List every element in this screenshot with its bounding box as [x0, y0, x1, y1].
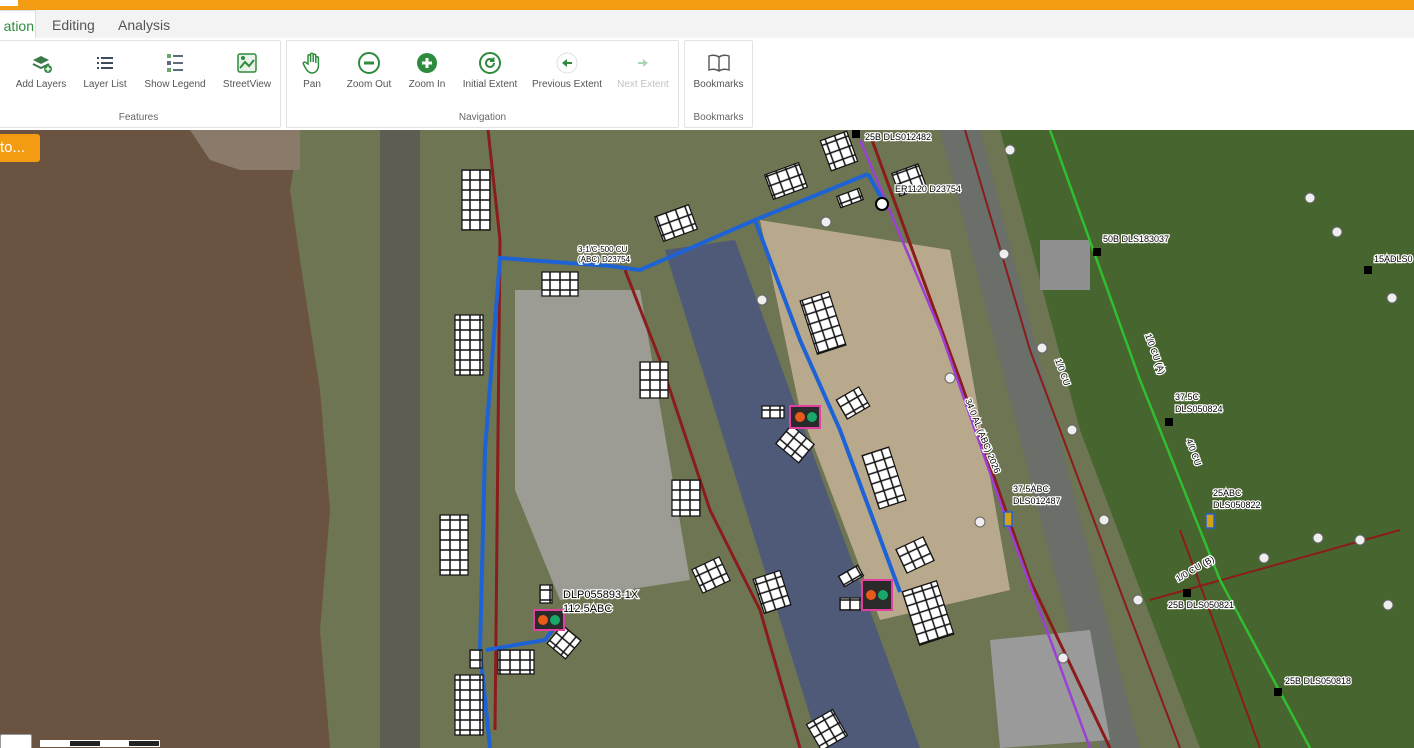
book-icon: [707, 54, 730, 72]
arrow-left-icon: [556, 52, 578, 74]
rail-corridor: [380, 130, 420, 748]
tab-analysis[interactable]: Analysis: [118, 10, 170, 38]
pan-label: Pan: [303, 79, 321, 90]
lot-south: [990, 630, 1110, 748]
zoom-in-button[interactable]: Zoom In: [405, 51, 449, 90]
ribbon: Add Layers Layer List Show Legend Street…: [0, 38, 1414, 131]
label-l10: DLS050822: [1213, 500, 1261, 510]
show-legend-label: Show Legend: [144, 79, 206, 90]
next-extent-label: Next Extent: [617, 79, 669, 90]
bookmarks-button[interactable]: Bookmarks: [691, 51, 746, 90]
next-extent-button[interactable]: Next Extent: [615, 51, 671, 90]
label-l1: 25B DLS012482: [865, 132, 931, 142]
label-l16: (ABC) D23754: [578, 255, 631, 264]
navigation-group-label: Navigation: [458, 112, 507, 123]
app-top-bar: [0, 0, 1414, 10]
hand-icon: [302, 52, 320, 74]
label-l15: 3-1/C-500 CU: [578, 245, 628, 254]
layer-list-icon: [97, 57, 113, 69]
show-legend-button[interactable]: Show Legend: [143, 51, 207, 90]
label-l13: DLP055893-1X: [563, 589, 639, 601]
add-layers-button[interactable]: Add Layers: [15, 51, 67, 90]
arrow-right-icon: [638, 59, 648, 67]
layer-list-button[interactable]: Layer List: [81, 51, 129, 90]
features-group: Add Layers Layer List Show Legend Street…: [0, 40, 281, 128]
label-l11: 25B DLS050821: [1168, 600, 1234, 610]
initial-extent-button[interactable]: Initial Extent: [459, 51, 521, 90]
refresh-icon: [479, 52, 501, 74]
label-l6: DLS050824: [1175, 404, 1223, 414]
map-view[interactable]: 25B DLS012482 ER1120 D23754 50B DLS18303…: [0, 130, 1414, 748]
tab-editing[interactable]: Editing: [52, 10, 95, 38]
label-l5: 37.5C: [1175, 392, 1200, 402]
bookmarks-label: Bookmarks: [693, 79, 744, 90]
legend-icon: [167, 54, 183, 72]
label-l12: 25B DLS050818: [1285, 676, 1351, 686]
navigation-group: Pan Zoom Out Zoom In Initial Extent Prev…: [286, 40, 679, 128]
streetview-button[interactable]: StreetView: [221, 51, 273, 90]
add-layers-label: Add Layers: [15, 79, 67, 90]
plus-circle-icon: [417, 53, 437, 73]
label-l9: 25ABC: [1213, 488, 1242, 498]
map-canvas[interactable]: 25B DLS012482 ER1120 D23754 50B DLS18303…: [0, 130, 1414, 748]
top-bar-stub: [0, 0, 18, 6]
features-group-label: Features: [118, 112, 159, 123]
layer-list-label: Layer List: [83, 79, 127, 90]
label-l14: 112.5ABC: [563, 603, 612, 615]
streetview-icon: [237, 53, 257, 73]
ribbon-tab-row: ation Editing Analysis: [0, 10, 1414, 39]
previous-extent-label: Previous Extent: [531, 79, 603, 90]
scale-bar: [40, 740, 160, 747]
minus-circle-icon: [358, 52, 380, 74]
building-parking: [1040, 240, 1090, 290]
zoom-in-label: Zoom In: [408, 79, 446, 90]
previous-extent-button[interactable]: Previous Extent: [531, 51, 603, 90]
tab-navigation[interactable]: ation: [0, 10, 36, 38]
label-l8: DLS012487: [1013, 496, 1061, 506]
label-l7: 37.5ABC: [1013, 484, 1050, 494]
river-water: [0, 130, 330, 748]
label-l4: 15ADLS0: [1374, 254, 1413, 264]
add-layers-icon: [32, 56, 52, 73]
label-l2: ER1120 D23754: [895, 184, 961, 194]
bookmarks-group: Bookmarks Bookmarks: [684, 40, 753, 128]
pan-button[interactable]: Pan: [297, 51, 327, 90]
goto-button[interactable]: to...: [0, 134, 40, 162]
streetview-label: StreetView: [222, 79, 272, 90]
initial-extent-label: Initial Extent: [462, 79, 518, 90]
bookmarks-group-label: Bookmarks: [693, 112, 744, 123]
zoom-out-label: Zoom Out: [346, 79, 392, 90]
zoom-out-button[interactable]: Zoom Out: [343, 51, 395, 90]
label-l3: 50B DLS183037: [1103, 234, 1169, 244]
scale-icon: [0, 734, 32, 748]
